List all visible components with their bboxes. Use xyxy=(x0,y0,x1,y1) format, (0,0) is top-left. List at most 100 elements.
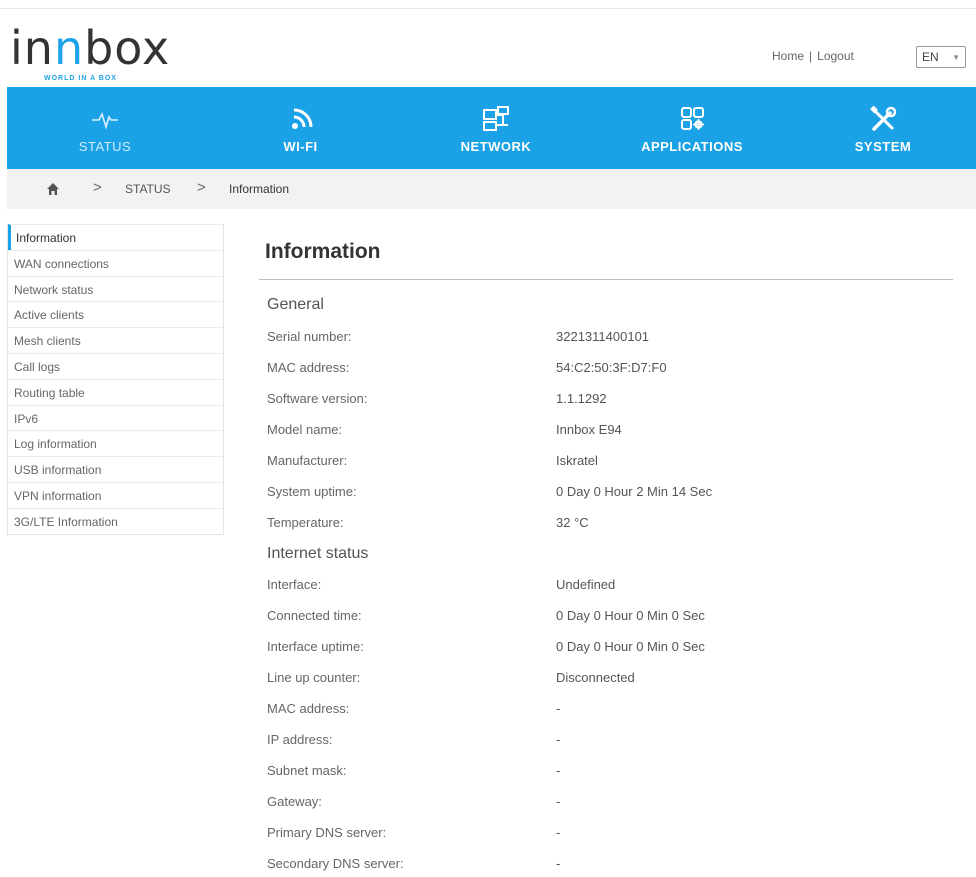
row-label: Manufacturer: xyxy=(267,453,348,468)
row-value: - xyxy=(556,825,561,840)
sidebar: Information WAN connections Network stat… xyxy=(7,224,224,535)
nav-label: SYSTEM xyxy=(854,139,912,154)
row-value: - xyxy=(556,856,561,871)
row-label: Subnet mask: xyxy=(267,763,347,778)
chevron-down-icon: ▼ xyxy=(952,53,960,62)
sidebar-item-routing-table[interactable]: Routing table xyxy=(8,378,223,405)
info-row: System uptime: 0 Day 0 Hour 2 Min 14 Sec xyxy=(267,484,947,504)
row-value: 54:C2:50:3F:D7:F0 xyxy=(556,360,667,375)
logo-tagline: WORLD IN A BOX xyxy=(44,75,117,82)
info-row: IP address: - xyxy=(267,732,947,752)
row-value: Disconnected xyxy=(556,670,635,685)
breadcrumb: > STATUS > Information xyxy=(7,169,976,209)
row-value: 0 Day 0 Hour 0 Min 0 Sec xyxy=(556,639,705,654)
info-row: Interface: Undefined xyxy=(267,577,947,597)
nav-system[interactable]: SYSTEM xyxy=(790,87,976,169)
info-row: MAC address: 54:C2:50:3F:D7:F0 xyxy=(267,360,947,380)
row-label: IP address: xyxy=(267,732,333,747)
nav-label: NETWORK xyxy=(460,139,532,154)
nav-wifi[interactable]: WI-FI xyxy=(203,87,398,169)
sidebar-item-log-information[interactable]: Log information xyxy=(8,430,223,456)
chevron-right-icon: > xyxy=(93,179,102,196)
row-label: Connected time: xyxy=(267,608,362,623)
top-links: Home | Logout xyxy=(772,49,854,63)
nav-applications[interactable]: APPLICATIONS xyxy=(594,87,790,169)
info-row: MAC address: - xyxy=(267,701,947,721)
apps-icon xyxy=(681,107,704,130)
row-value: Undefined xyxy=(556,577,616,592)
header: innbox WORLD IN A BOX Home | Logout EN ▼ xyxy=(0,9,976,87)
info-row: Connected time: 0 Day 0 Hour 0 Min 0 Sec xyxy=(267,608,947,628)
logo-wordmark: innbox xyxy=(10,21,171,75)
row-label: Line up counter: xyxy=(267,670,361,685)
home-icon[interactable] xyxy=(45,181,61,197)
home-link[interactable]: Home xyxy=(772,49,804,63)
row-value: - xyxy=(556,763,561,778)
main-nav: STATUS WI-FI NETWORK APPLICATIONS SYSTEM xyxy=(7,87,976,169)
row-label: Gateway: xyxy=(267,794,322,809)
sidebar-item-vpn-information[interactable]: VPN information xyxy=(8,481,223,508)
language-value: EN xyxy=(922,50,939,64)
info-row: Model name: Innbox E94 xyxy=(267,422,947,442)
info-row: Serial number: 3221311400101 xyxy=(267,329,947,349)
row-label: MAC address: xyxy=(267,701,350,716)
sidebar-item-mesh-clients[interactable]: Mesh clients xyxy=(8,327,223,353)
row-label: Interface uptime: xyxy=(267,639,364,654)
row-value: 0 Day 0 Hour 2 Min 14 Sec xyxy=(556,484,713,499)
row-value: 1.1.1292 xyxy=(556,391,607,406)
info-row: Primary DNS server: - xyxy=(267,825,947,845)
info-row: Temperature: 32 °C xyxy=(267,515,947,535)
breadcrumb-current: Information xyxy=(229,182,290,196)
sidebar-item-wan-connections[interactable]: WAN connections xyxy=(8,249,223,276)
row-label: Serial number: xyxy=(267,329,352,344)
row-value: Innbox E94 xyxy=(556,422,622,437)
nav-label: STATUS xyxy=(78,139,132,154)
row-value: 0 Day 0 Hour 0 Min 0 Sec xyxy=(556,608,705,623)
section-title-general: General xyxy=(267,296,324,313)
page-title: Information xyxy=(265,240,381,263)
sidebar-item-call-logs[interactable]: Call logs xyxy=(8,352,223,379)
row-label: System uptime: xyxy=(267,484,357,499)
row-label: Secondary DNS server: xyxy=(267,856,404,871)
row-value: - xyxy=(556,701,561,716)
sidebar-item-3g-lte-information[interactable]: 3G/LTE Information xyxy=(8,507,223,534)
row-label: MAC address: xyxy=(267,360,350,375)
info-row: Line up counter: Disconnected xyxy=(267,670,947,690)
info-row: Manufacturer: Iskratel xyxy=(267,453,947,473)
title-divider xyxy=(259,279,953,280)
sidebar-item-network-status[interactable]: Network status xyxy=(8,275,223,302)
chevron-right-icon: > xyxy=(197,179,206,196)
sidebar-item-information[interactable]: Information xyxy=(8,224,223,250)
info-row: Interface uptime: 0 Day 0 Hour 0 Min 0 Se… xyxy=(267,639,947,659)
sidebar-item-usb-information[interactable]: USB information xyxy=(8,456,223,482)
info-row: Subnet mask: - xyxy=(267,763,947,783)
link-separator: | xyxy=(809,49,813,63)
breadcrumb-status[interactable]: STATUS xyxy=(125,182,171,196)
sidebar-item-active-clients[interactable]: Active clients xyxy=(8,301,223,327)
logout-link[interactable]: Logout xyxy=(817,49,854,63)
wifi-icon xyxy=(291,108,312,129)
row-value: - xyxy=(556,732,561,747)
row-label: Primary DNS server: xyxy=(267,825,387,840)
row-value: - xyxy=(556,794,561,809)
row-label: Model name: xyxy=(267,422,343,437)
nav-network[interactable]: NETWORK xyxy=(398,87,594,169)
info-row: Software version: 1.1.1292 xyxy=(267,391,947,411)
nav-label: WI-FI xyxy=(283,139,318,154)
language-select[interactable]: EN ▼ xyxy=(916,46,966,68)
row-label: Interface: xyxy=(267,577,322,592)
row-label: Temperature: xyxy=(267,515,344,530)
row-label: Software version: xyxy=(267,391,368,406)
nav-label: APPLICATIONS xyxy=(641,139,743,154)
section-title-internet-status: Internet status xyxy=(267,545,369,562)
network-icon xyxy=(483,106,509,131)
row-value: 32 °C xyxy=(556,515,589,530)
row-value: Iskratel xyxy=(556,453,598,468)
sidebar-item-ipv6[interactable]: IPv6 xyxy=(8,404,223,431)
row-value: 3221311400101 xyxy=(556,329,650,344)
main-content: Information General Serial number: 322131… xyxy=(259,232,955,871)
innbox-logo[interactable]: innbox WORLD IN A BOX xyxy=(10,25,170,85)
info-row: Secondary DNS server: - xyxy=(267,856,947,876)
nav-status[interactable]: STATUS xyxy=(7,87,203,169)
info-row: Gateway: - xyxy=(267,794,947,814)
